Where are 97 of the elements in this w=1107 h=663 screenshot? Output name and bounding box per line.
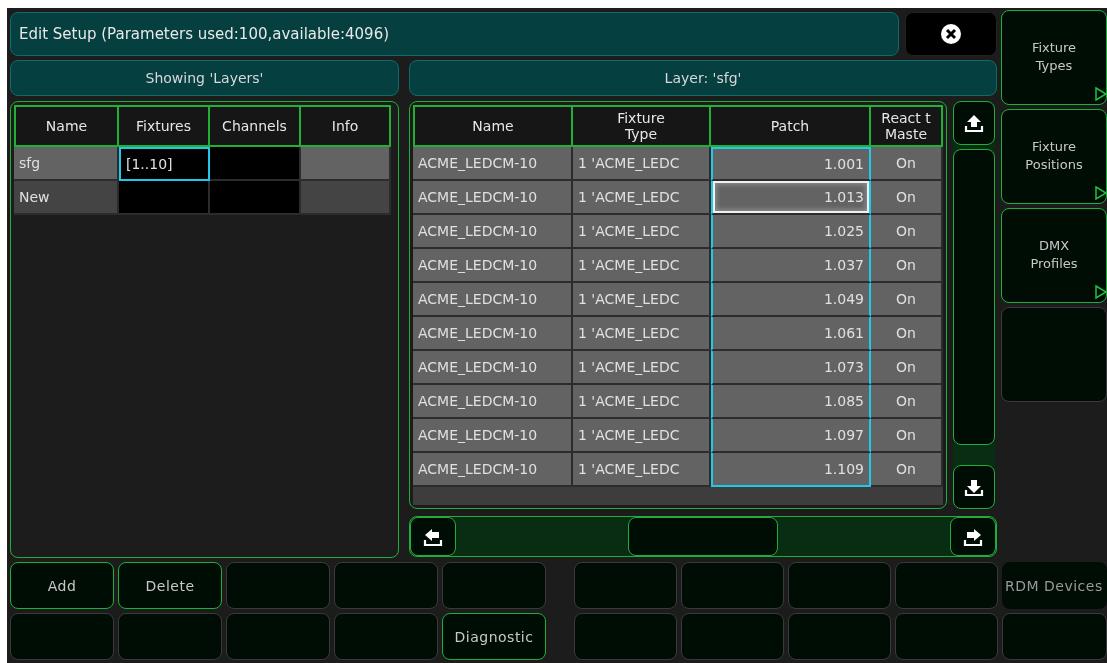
download-icon bbox=[963, 477, 985, 497]
function-button[interactable] bbox=[226, 613, 330, 660]
column-header[interactable]: Info bbox=[299, 105, 391, 147]
panel-header: Showing 'Layers' bbox=[10, 60, 399, 96]
table-cell[interactable]: 1.025 bbox=[711, 215, 871, 249]
function-button[interactable] bbox=[1002, 613, 1107, 660]
arrow-left-icon bbox=[422, 526, 444, 547]
table-cell[interactable]: sfg bbox=[14, 147, 119, 181]
function-button[interactable]: Diagnostic bbox=[442, 613, 546, 660]
table-cell[interactable]: ACME_LEDCM-10 bbox=[413, 385, 573, 419]
function-button[interactable] bbox=[788, 613, 891, 660]
scroll-up-button[interactable] bbox=[953, 101, 995, 145]
table-cell[interactable]: 1 'ACME_LEDC bbox=[573, 385, 711, 419]
horizontal-scrollbar[interactable] bbox=[409, 516, 997, 557]
table-cell[interactable]: 1.037 bbox=[711, 249, 871, 283]
table-cell[interactable]: 1.085 bbox=[711, 385, 871, 419]
table-cell[interactable]: ACME_LEDCM-10 bbox=[413, 453, 573, 487]
table-cell[interactable]: 1 'ACME_LEDC bbox=[573, 215, 711, 249]
table-cell[interactable]: ACME_LEDCM-10 bbox=[413, 249, 573, 283]
table-cell[interactable]: On bbox=[871, 215, 943, 249]
column-header[interactable]: Channels bbox=[208, 105, 301, 147]
table-cell[interactable]: 1.073 bbox=[711, 351, 871, 385]
function-button[interactable] bbox=[226, 562, 330, 609]
column-header[interactable]: Name bbox=[413, 105, 573, 147]
table-cell[interactable]: 1.001 bbox=[711, 147, 871, 181]
upload-icon bbox=[963, 113, 985, 133]
table-cell[interactable]: On bbox=[871, 385, 943, 419]
input-field[interactable] bbox=[210, 181, 301, 215]
table-cell[interactable]: On bbox=[871, 351, 943, 385]
table-cell[interactable]: 1 'ACME_LEDC bbox=[573, 419, 711, 453]
scroll-left-button[interactable] bbox=[410, 517, 456, 556]
arrow-right-icon bbox=[962, 526, 984, 547]
table-cell[interactable]: 1 'ACME_LEDC bbox=[573, 453, 711, 487]
table-cell[interactable]: On bbox=[871, 317, 943, 351]
table-cell[interactable]: ACME_LEDCM-10 bbox=[413, 181, 573, 215]
function-button[interactable] bbox=[334, 562, 438, 609]
function-button[interactable] bbox=[118, 613, 222, 660]
function-button[interactable] bbox=[681, 613, 784, 660]
panel-header: Layer: 'sfg' bbox=[409, 60, 997, 96]
table-cell[interactable]: On bbox=[871, 249, 943, 283]
column-header[interactable]: Fixture Type bbox=[571, 105, 711, 147]
input-field[interactable] bbox=[119, 181, 210, 215]
table-cell[interactable]: 1.097 bbox=[711, 419, 871, 453]
table-cell[interactable]: 1 'ACME_LEDC bbox=[573, 181, 711, 215]
table-cell[interactable]: 1 'ACME_LEDC bbox=[573, 351, 711, 385]
column-header[interactable]: Patch bbox=[709, 105, 871, 147]
close-icon bbox=[940, 23, 962, 45]
table-cell[interactable]: 1.049 bbox=[711, 283, 871, 317]
table-cell[interactable]: ACME_LEDCM-10 bbox=[413, 317, 573, 351]
table-cell[interactable]: On bbox=[871, 419, 943, 453]
input-field[interactable] bbox=[210, 147, 301, 181]
scroll-down-button[interactable] bbox=[953, 465, 995, 509]
function-button[interactable] bbox=[681, 562, 784, 609]
table-cell[interactable]: ACME_LEDCM-10 bbox=[413, 283, 573, 317]
function-button[interactable]: Delete bbox=[118, 562, 222, 609]
column-header[interactable]: Fixtures bbox=[117, 105, 210, 147]
close-button[interactable] bbox=[905, 12, 997, 56]
function-button[interactable]: RDM Devices bbox=[1002, 562, 1107, 609]
scroll-thumb[interactable] bbox=[953, 149, 995, 445]
table-cell[interactable]: On bbox=[871, 283, 943, 317]
vertical-scrollbar[interactable] bbox=[953, 101, 995, 509]
window-title: Edit Setup (Parameters used:100,available:4096) bbox=[10, 12, 899, 56]
function-button[interactable]: Add bbox=[10, 562, 114, 609]
function-button[interactable] bbox=[895, 562, 998, 609]
sidebar-button[interactable] bbox=[1001, 307, 1107, 402]
table-cell[interactable]: ACME_LEDCM-10 bbox=[413, 147, 573, 181]
function-button[interactable] bbox=[10, 613, 114, 660]
input-field[interactable]: [1..10] bbox=[119, 147, 210, 181]
sidebar-button[interactable]: Fixture Positions bbox=[1001, 109, 1107, 204]
table-cell[interactable]: 1 'ACME_LEDC bbox=[573, 283, 711, 317]
sidebar-button[interactable]: Fixture Types bbox=[1001, 10, 1107, 105]
function-button[interactable] bbox=[895, 613, 998, 660]
table-cell[interactable] bbox=[301, 147, 391, 181]
function-button[interactable] bbox=[442, 562, 546, 609]
table-cell[interactable]: ACME_LEDCM-10 bbox=[413, 419, 573, 453]
scroll-thumb[interactable] bbox=[628, 517, 778, 556]
function-button[interactable] bbox=[788, 562, 891, 609]
column-header[interactable]: React t Maste bbox=[869, 105, 943, 147]
function-button[interactable] bbox=[574, 562, 677, 609]
table-cell[interactable] bbox=[301, 181, 391, 215]
table-cell[interactable]: 1.061 bbox=[711, 317, 871, 351]
table-cell[interactable]: 1.109 bbox=[711, 453, 871, 487]
table-cell[interactable]: On bbox=[871, 147, 943, 181]
table-cell[interactable]: ACME_LEDCM-10 bbox=[413, 215, 573, 249]
scroll-right-button[interactable] bbox=[950, 517, 996, 556]
column-header[interactable]: Name bbox=[14, 105, 119, 147]
table-cell[interactable]: New bbox=[14, 181, 119, 215]
function-button[interactable] bbox=[334, 613, 438, 660]
table-cell[interactable]: 1.013 bbox=[711, 181, 871, 215]
function-button[interactable] bbox=[574, 613, 677, 660]
table-cell[interactable]: 1 'ACME_LEDC bbox=[573, 147, 711, 181]
table-cell[interactable]: On bbox=[871, 453, 943, 487]
table-cell[interactable]: 1 'ACME_LEDC bbox=[573, 317, 711, 351]
table-cell[interactable]: 1 'ACME_LEDC bbox=[573, 249, 711, 283]
table-cell[interactable]: ACME_LEDCM-10 bbox=[413, 351, 573, 385]
table-cell[interactable]: On bbox=[871, 181, 943, 215]
sidebar-button[interactable]: DMX Profiles bbox=[1001, 208, 1107, 303]
